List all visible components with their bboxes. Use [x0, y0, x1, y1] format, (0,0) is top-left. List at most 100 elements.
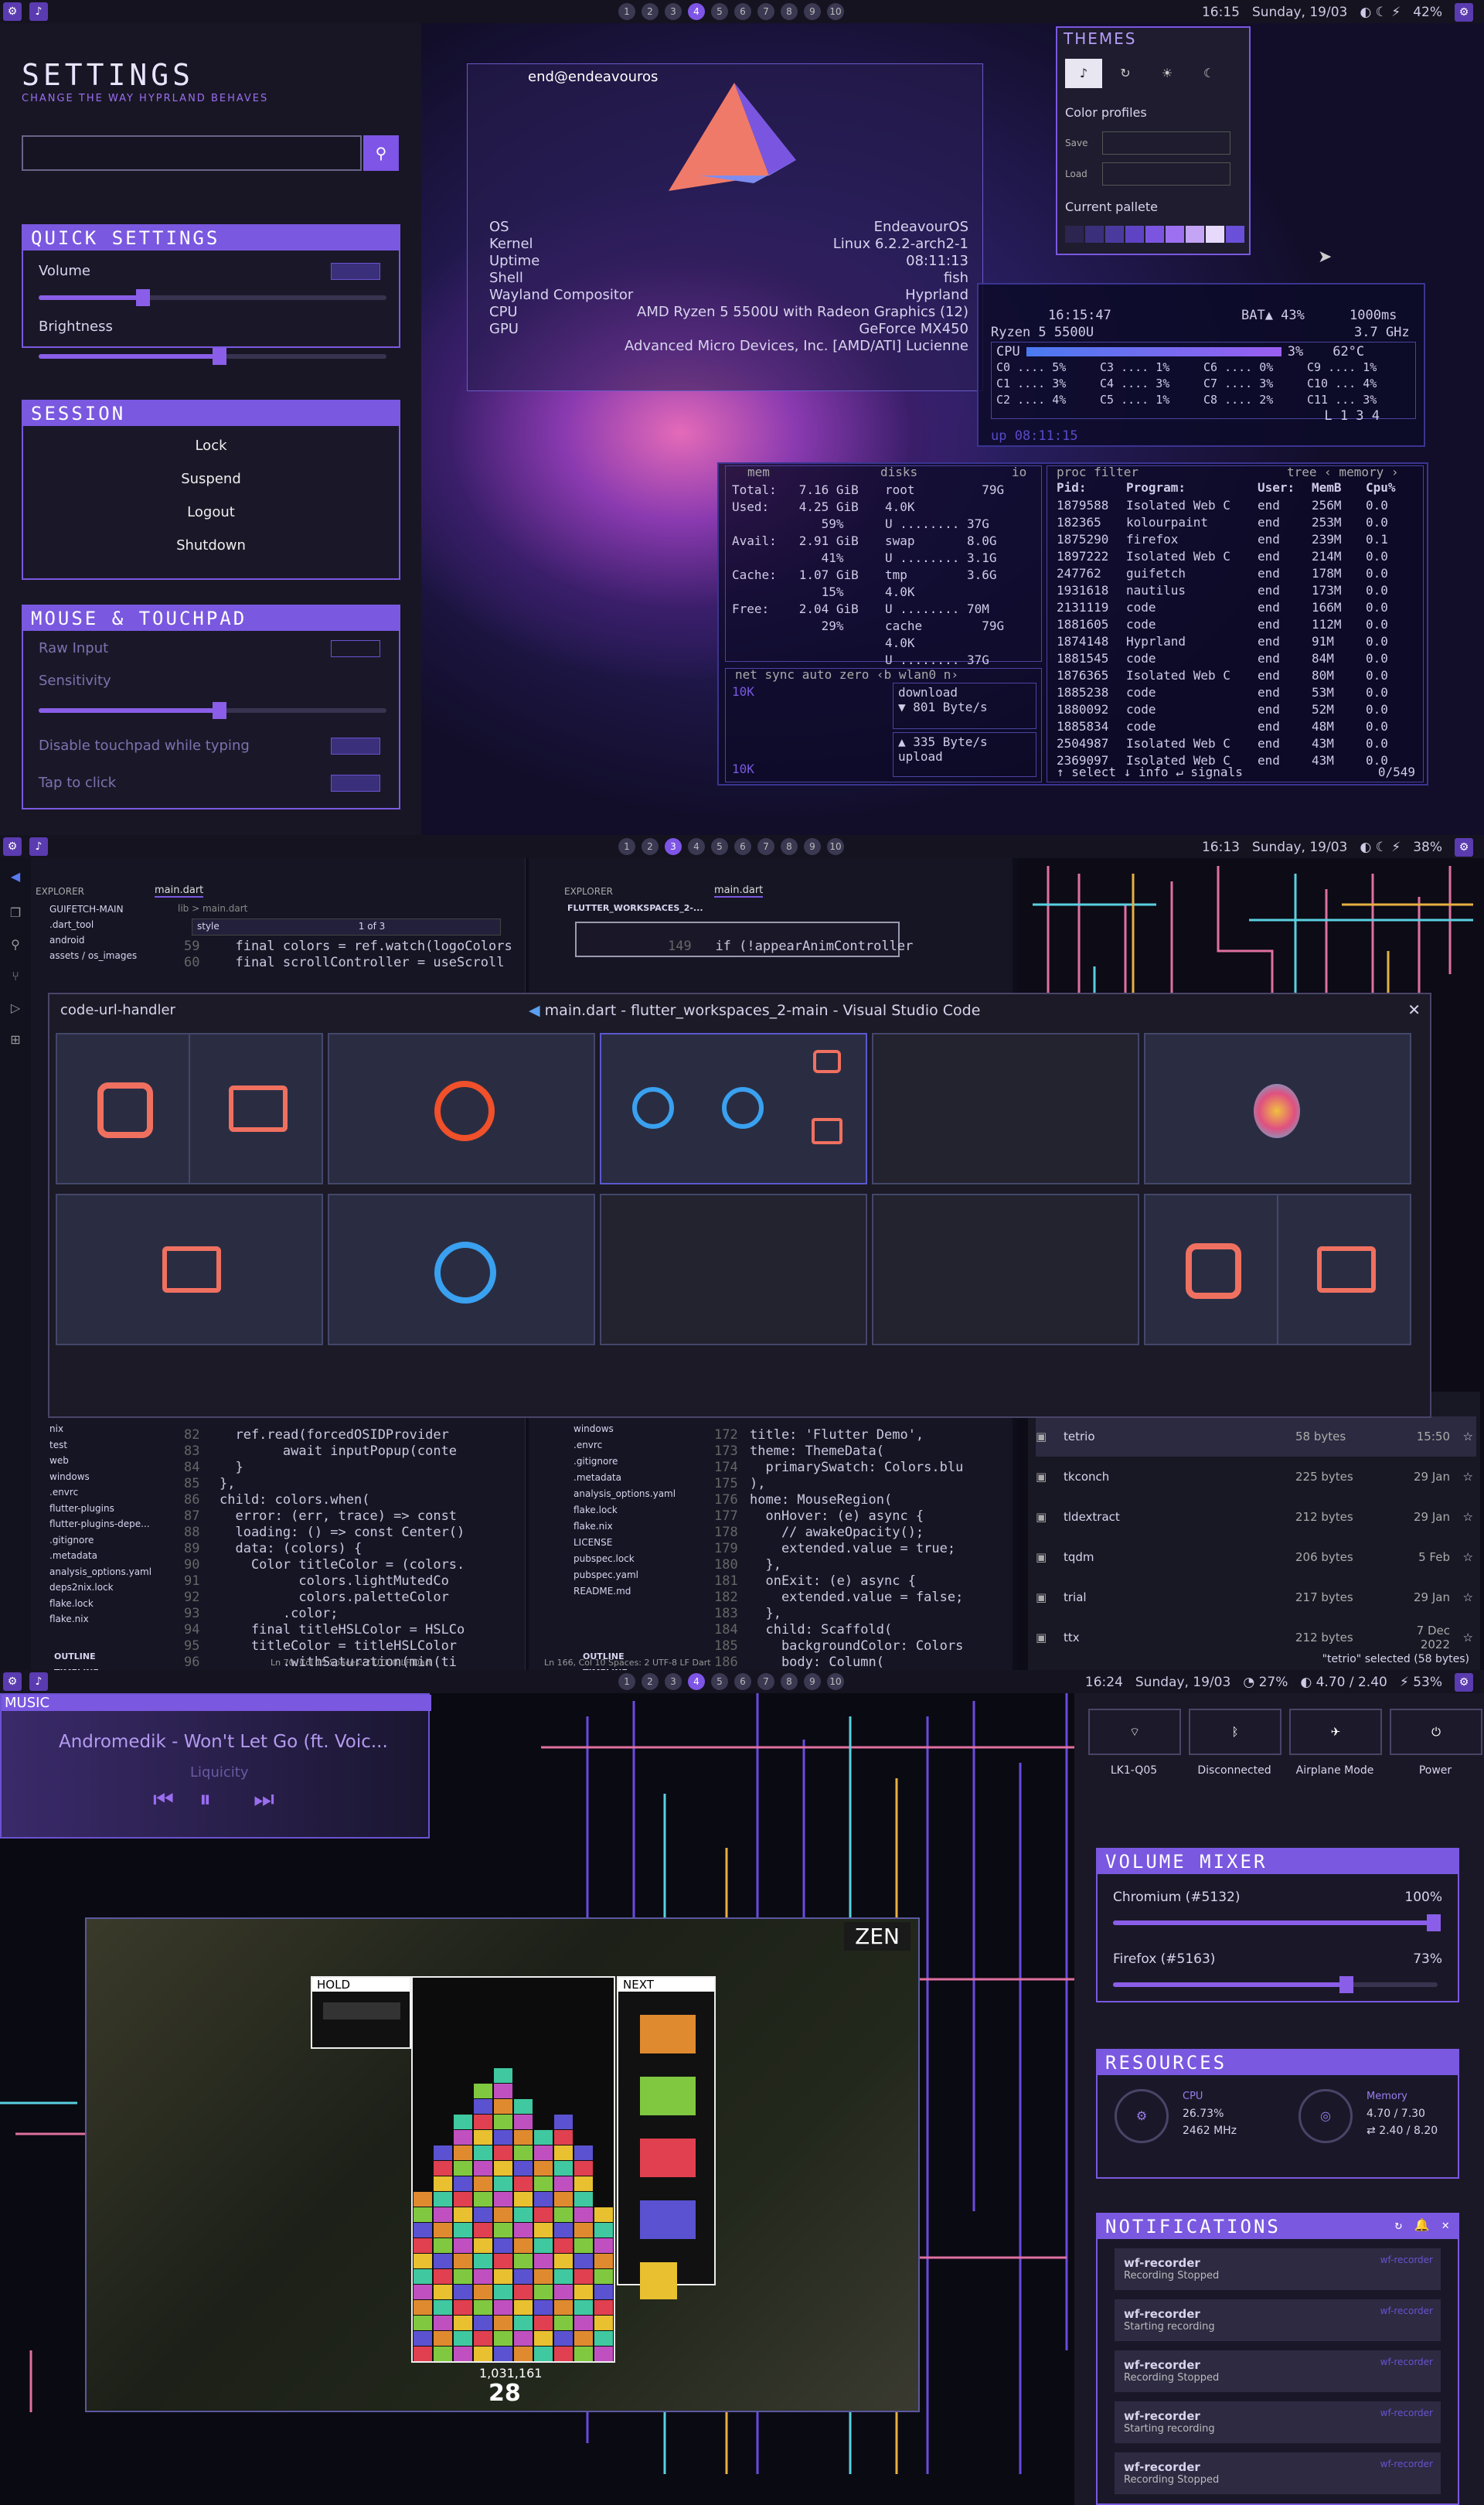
explorer-item[interactable]: .gitignore	[49, 1532, 151, 1549]
explorer-item[interactable]: README.md	[574, 1583, 676, 1600]
workspace-10[interactable]: 10	[827, 3, 844, 20]
game-board[interactable]	[411, 1976, 615, 2363]
workspace-4[interactable]: 4	[688, 838, 705, 855]
source-control-icon[interactable]: ⑂	[0, 969, 31, 983]
workspace-7[interactable]: 7	[757, 838, 774, 855]
explorer-item[interactable]: flake.nix	[49, 1611, 151, 1627]
star-icon[interactable]: ☆	[1450, 1590, 1473, 1604]
workspace-6[interactable]: 6	[734, 3, 751, 20]
notification[interactable]: wf-recorder Starting recording wf-recorder	[1115, 2401, 1441, 2443]
explorer-item[interactable]: .metadata	[574, 1470, 676, 1486]
workspace-1[interactable]: 1	[618, 1673, 635, 1690]
explorer-item[interactable]: android	[49, 932, 137, 948]
explorer-item[interactable]: flake.nix	[574, 1518, 676, 1535]
workspace-1[interactable]: 1	[618, 3, 635, 20]
workspace-10[interactable]: 10	[827, 838, 844, 855]
workspace-8[interactable]: 8	[781, 1673, 798, 1690]
explorer-tree-lower[interactable]: nix test web windows .envrc flutter-plugins fl…	[49, 1421, 151, 1627]
proc-row[interactable]: 1876365 Isolated Web C end 80M 0.0	[1057, 667, 1420, 684]
workspace-tile-2[interactable]	[328, 1033, 595, 1184]
explorer-item[interactable]: pubspec.lock	[574, 1551, 676, 1567]
file-list[interactable]: ▣ tetrio 58 bytes 15:50 ☆ ▣ tkconch 225 bytes 29…	[1036, 1416, 1476, 1658]
explorer-item[interactable]: pubspec.yaml	[574, 1567, 676, 1583]
proc-row[interactable]: 247762 guifetch end 178M 0.0	[1057, 565, 1420, 582]
proc-column-header[interactable]: User:	[1258, 480, 1312, 495]
workspace-switcher[interactable]: 1 2 3 4 5 6 7 8 9 10	[618, 1673, 844, 1690]
find-widget[interactable]: style 1 of 3	[192, 918, 501, 936]
workspace-folder[interactable]: FLUTTER_WORKSPACES_2-...	[567, 903, 703, 913]
star-icon[interactable]: ☆	[1450, 1631, 1473, 1644]
volume-toggle[interactable]	[331, 263, 380, 280]
proc-row[interactable]: 2131119 code end 166M 0.0	[1057, 599, 1420, 616]
workspace-tile-6[interactable]	[56, 1194, 323, 1345]
workspace-tile-7[interactable]	[328, 1194, 595, 1345]
file-row[interactable]: ▣ tldextract 212 bytes 29 Jan ☆	[1036, 1497, 1476, 1537]
workspace-switcher[interactable]: 1 2 3 4 5 6 7 8 9 10	[618, 838, 844, 855]
workspace-8[interactable]: 8	[781, 838, 798, 855]
file-row[interactable]: ▣ tetrio 58 bytes 15:50 ☆	[1036, 1416, 1476, 1457]
workspace-tile-4[interactable]	[872, 1033, 1139, 1184]
explorer-item[interactable]: flutter-plugins	[49, 1501, 151, 1517]
extensions-icon[interactable]: ⊞	[0, 1032, 31, 1047]
proc-column-header[interactable]: Pid:	[1057, 480, 1126, 495]
pause-icon[interactable]: ⏸	[199, 1786, 211, 1813]
proc-column-header[interactable]: Cpu%	[1366, 480, 1412, 495]
close-icon[interactable]: ✕	[1407, 1000, 1421, 1019]
workspace-tile-1[interactable]	[56, 1033, 323, 1184]
code-editor[interactable]: 82 ref.read(forcedOSIDProvider 83 await i…	[184, 1427, 465, 1670]
workspace-overview[interactable]: code-url-handler ◀ main.dart - flutter_w…	[48, 993, 1431, 1418]
search-input[interactable]	[22, 135, 362, 171]
explorer-item[interactable]: nix	[49, 1421, 151, 1437]
next-icon[interactable]: ⏭	[254, 1786, 274, 1813]
workspace-2[interactable]: 2	[642, 1673, 659, 1690]
search-icon[interactable]: ⚲	[0, 937, 31, 952]
disable-touchpad-toggle[interactable]	[331, 738, 380, 755]
star-icon[interactable]: ☆	[1450, 1510, 1473, 1524]
file-row[interactable]: ▣ ttx 212 bytes 7 Dec 2022 ☆	[1036, 1617, 1476, 1658]
gear-icon[interactable]: ⚙	[1455, 838, 1473, 857]
explorer-item[interactable]: assets / os_images	[49, 948, 137, 963]
proc-row[interactable]: 1931618 nautilus end 173M 0.0	[1057, 582, 1420, 599]
editor-tab[interactable]: main.dart	[714, 884, 764, 898]
music-icon[interactable]: ♪	[29, 837, 48, 856]
settings-icon[interactable]: ⚙	[3, 1672, 22, 1691]
explorer-item[interactable]: windows	[49, 1469, 151, 1485]
proc-row[interactable]: 182365 kolourpaint end 253M 0.0	[1057, 514, 1420, 531]
logout-button[interactable]: Logout	[23, 496, 399, 529]
sensitivity-slider[interactable]	[39, 702, 386, 719]
code-editor[interactable]: 172 title: 'Flutter Demo', 173 theme: Theme…	[714, 1427, 963, 1670]
file-row[interactable]: ▣ tqdm 206 bytes 5 Feb ☆	[1036, 1537, 1476, 1577]
workspace-switcher[interactable]: 1 2 3 4 5 6 7 8 9 10	[618, 3, 844, 20]
workspace-tile-9[interactable]	[872, 1194, 1139, 1345]
lock-button[interactable]: Lock	[23, 429, 399, 462]
explorer-tree[interactable]: windows .envrc .gitignore .metadata analysis…	[574, 1421, 676, 1600]
explorer-item[interactable]: analysis_options.yaml	[49, 1564, 151, 1580]
workspace-9[interactable]: 9	[804, 1673, 821, 1690]
notification[interactable]: wf-recorder Recording Stopped wf-recorder	[1115, 2452, 1441, 2494]
gear-icon[interactable]: ⚙	[1455, 3, 1473, 22]
airplane-toggle[interactable]: ✈	[1289, 1709, 1382, 1755]
outline-section[interactable]: TIMELINE	[54, 1665, 145, 1670]
workspace-5[interactable]: 5	[711, 1673, 728, 1690]
wifi-toggle[interactable]: ⌔	[1088, 1709, 1181, 1755]
music-theme-icon[interactable]: ♪	[1065, 59, 1102, 88]
music-icon[interactable]: ♪	[29, 1672, 48, 1691]
code-line-top[interactable]: if (!appearAnimController	[715, 939, 913, 954]
refresh-icon[interactable]: ↻	[1107, 59, 1144, 88]
explorer-item[interactable]: deps2nix.lock	[49, 1580, 151, 1596]
notification[interactable]: wf-recorder Recording Stopped wf-recorder	[1115, 2248, 1441, 2290]
workspace-2[interactable]: 2	[642, 3, 659, 20]
explorer-item[interactable]: LICENSE	[574, 1535, 676, 1551]
file-row[interactable]: ▣ trial 217 bytes 29 Jan ☆	[1036, 1577, 1476, 1617]
mixer-app-slider[interactable]	[1113, 1976, 1438, 1993]
proc-row[interactable]: 1881605 code end 112M 0.0	[1057, 616, 1420, 633]
workspace-3[interactable]: 3	[665, 838, 682, 855]
proc-row[interactable]: 1885238 code end 53M 0.0	[1057, 684, 1420, 701]
files-icon[interactable]: ❐	[0, 905, 31, 920]
editor-tab[interactable]: main.dart	[155, 884, 204, 898]
explorer-item[interactable]: test	[49, 1437, 151, 1454]
save-input[interactable]	[1102, 131, 1230, 155]
workspace-tile-3[interactable]	[600, 1033, 867, 1184]
suspend-button[interactable]: Suspend	[23, 462, 399, 496]
previous-icon[interactable]: ⏮	[153, 1786, 174, 1813]
